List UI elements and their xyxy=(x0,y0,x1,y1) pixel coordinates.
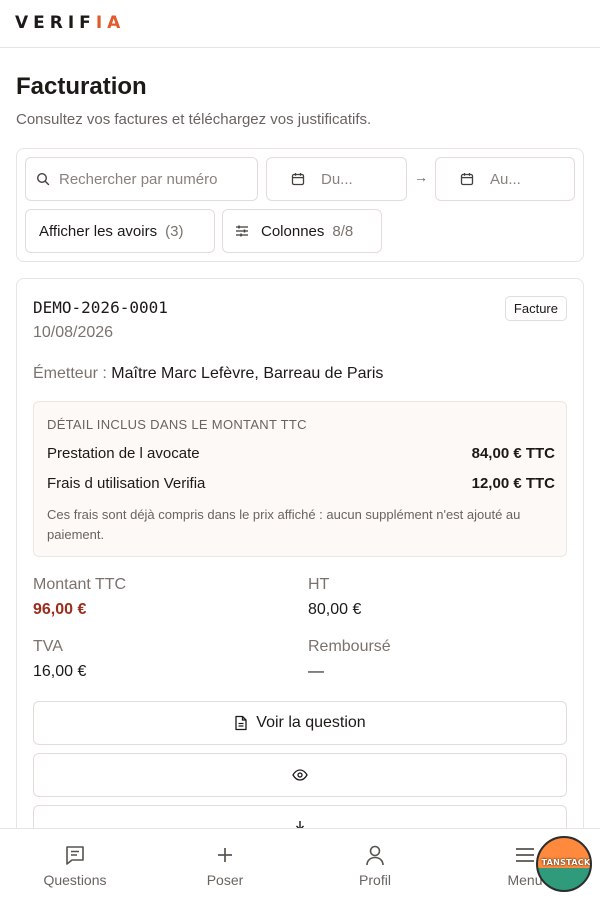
arrow-right-icon: → xyxy=(414,169,428,185)
nav-questions[interactable]: Questions xyxy=(25,829,125,900)
file-text-icon xyxy=(234,715,248,731)
breakdown-row-amount: 84,00 € TTC xyxy=(471,445,555,462)
calendar-icon xyxy=(291,172,305,186)
amount-tva-label: TVA xyxy=(33,638,63,655)
menu-icon xyxy=(515,842,535,868)
breakdown-row-label: Prestation de l avocate xyxy=(47,445,200,462)
devtools-logo-text: TANSTACK xyxy=(541,858,591,867)
amount-ttc: Montant TTC 96,00 € xyxy=(33,576,126,619)
tanstack-devtools-button[interactable]: TANSTACK xyxy=(536,836,592,892)
devtools-logo-sea xyxy=(538,868,590,890)
nav-profil[interactable]: Profil xyxy=(325,829,425,900)
preview-button[interactable] xyxy=(33,753,567,797)
message-square-icon xyxy=(64,842,86,868)
amount-refunded: Remboursé — xyxy=(308,638,391,681)
app-logo[interactable]: VERIFIA xyxy=(15,13,125,33)
page-title: Facturation xyxy=(16,73,147,100)
breakdown-title: DÉTAIL INCLUS DANS LE MONTANT TTC xyxy=(47,417,307,432)
nav-questions-label: Questions xyxy=(43,872,107,888)
columns-count: 8/8 xyxy=(332,222,354,240)
credit-notes-count: (3) xyxy=(165,222,184,240)
show-credit-notes-button[interactable]: Afficher les avoirs (3) xyxy=(25,209,215,253)
search-icon xyxy=(36,172,50,186)
nav-poser[interactable]: Poser xyxy=(175,829,275,900)
top-bar: VERIFIA xyxy=(0,0,600,48)
emitter-label: Émetteur : xyxy=(33,365,107,382)
amount-ttc-value: 96,00 € xyxy=(33,601,87,618)
amount-tva-value: 16,00 € xyxy=(33,663,87,680)
search-input[interactable]: Rechercher par numéro xyxy=(25,157,258,201)
document-type-badge: Facture xyxy=(504,296,567,321)
breakdown-note: Ces frais sont déjà compris dans le prix… xyxy=(47,507,521,542)
date-from-input[interactable]: Du... xyxy=(266,157,407,201)
amount-ht: HT 80,00 € xyxy=(308,576,361,619)
emitter-value: Maître Marc Lefèvre, Barreau de Paris xyxy=(111,365,384,382)
breakdown-row-amount: 12,00 € TTC xyxy=(471,475,555,492)
logo-text: VERIF xyxy=(15,13,96,33)
date-from-placeholder: Du... xyxy=(321,170,353,188)
plus-icon xyxy=(215,842,235,868)
columns-button[interactable]: Colonnes 8/8 xyxy=(222,209,382,253)
search-placeholder: Rechercher par numéro xyxy=(59,170,218,188)
invoice-number: DEMO-2026-0001 xyxy=(33,298,168,317)
amount-refunded-value: — xyxy=(308,663,324,680)
filters-panel: Rechercher par numéro Du... → Au... Affi… xyxy=(16,148,584,262)
amount-tva: TVA 16,00 € xyxy=(33,638,86,681)
amount-ht-label: HT xyxy=(308,576,330,593)
calendar-icon xyxy=(460,172,474,186)
breakdown-row: Prestation de l avocate 84,00 € TTC xyxy=(47,445,555,462)
user-icon xyxy=(365,842,385,868)
invoice-card: DEMO-2026-0001 10/08/2026 Facture Émette… xyxy=(16,278,584,900)
amount-refunded-label: Remboursé xyxy=(308,638,391,655)
nav-profil-label: Profil xyxy=(359,872,391,888)
nav-poser-label: Poser xyxy=(206,872,244,888)
sliders-icon xyxy=(235,224,249,238)
date-to-placeholder: Au... xyxy=(490,170,521,188)
view-question-button[interactable]: Voir la question xyxy=(33,701,567,745)
page-subtitle: Consultez vos factures et téléchargez vo… xyxy=(16,111,372,128)
date-to-input[interactable]: Au... xyxy=(435,157,575,201)
view-question-label: Voir la question xyxy=(256,714,366,731)
logo-accent-text: IA xyxy=(95,13,126,33)
amount-ht-value: 80,00 € xyxy=(308,601,362,618)
breakdown-row: Frais d utilisation Verifia 12,00 € TTC xyxy=(47,475,555,492)
invoice-emitter: Émetteur : Maître Marc Lefèvre, Barreau … xyxy=(33,365,383,383)
bottom-nav: Questions Poser Profil Menu xyxy=(0,828,600,900)
amount-breakdown: DÉTAIL INCLUS DANS LE MONTANT TTC Presta… xyxy=(33,401,567,557)
breakdown-row-label: Frais d utilisation Verifia xyxy=(47,475,206,492)
columns-label: Colonnes xyxy=(261,222,325,240)
show-credit-notes-label: Afficher les avoirs xyxy=(39,222,158,240)
eye-icon xyxy=(292,769,308,781)
invoice-date: 10/08/2026 xyxy=(33,324,114,341)
amount-ttc-label: Montant TTC xyxy=(33,576,127,593)
